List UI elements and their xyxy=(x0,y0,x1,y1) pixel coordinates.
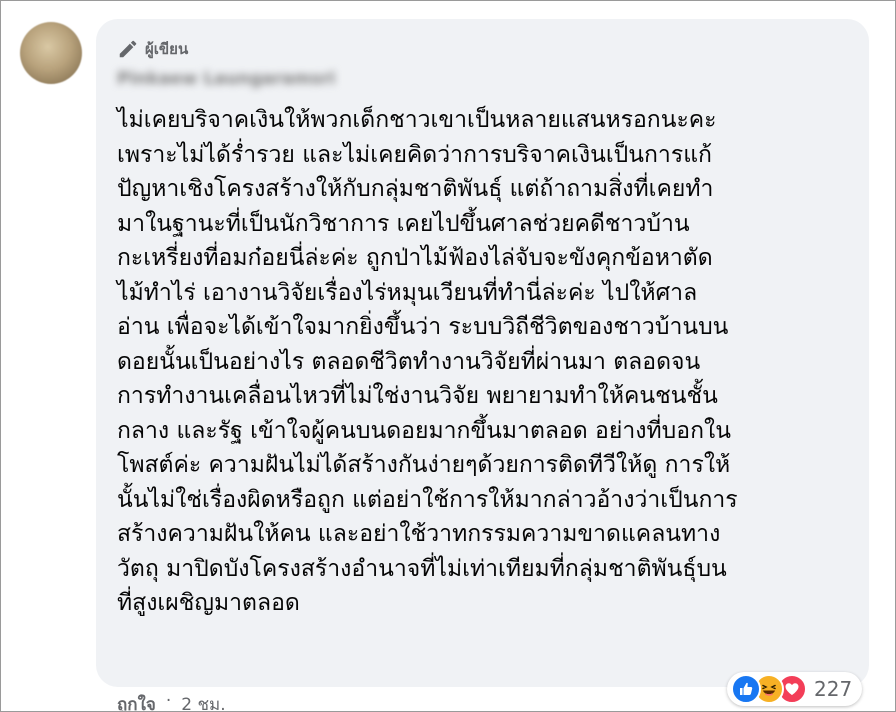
comment-text: ไม่เคยบริจาคเงินให้พวกเด็กชาวเขาเป็นหลาย… xyxy=(117,103,857,621)
comment-line: ปัญหาเชิงโครงสร้างให้กับกลุ่มชาติพันธุ์ … xyxy=(117,176,714,202)
comment-line: มาในฐานะที่เป็นนักวิชาการ เคยไปขึ้นศาลช่… xyxy=(117,210,690,237)
comment-line: ไม้ทำไร่ เอางานวิจัยเรื่องไร่หมุนเวียนที… xyxy=(117,279,698,306)
comment-footer: ถูกใจ · 2 ชม. xyxy=(117,691,226,711)
author-badge-label: ผู้เขียน xyxy=(145,40,189,58)
comment-screenshot: ผู้เขียน Pinkaew Laungaramsri ไม่เคยบริจ… xyxy=(0,0,896,712)
comment-line: นั้นไม่ใช่เรื่องผิดหรือถูก แต่อย่าใช้การ… xyxy=(117,486,738,513)
comment-line: ดอยนั้นเป็นอย่างไร ตลอดชีวิตทำงานวิจัยที… xyxy=(117,348,701,375)
comment-line: การทำงานเคลื่อนไหวที่ไม่ใช่งานวิจัย พยาย… xyxy=(117,383,718,409)
like-icon xyxy=(731,674,761,704)
comment-line: โพสต์ค่ะ ความฝันไม่ได้สร้างกันง่ายๆด้วยก… xyxy=(117,452,731,478)
footer-separator: · xyxy=(165,691,172,711)
comment-line: กะเหรี่ยงที่อมก๋อยนี่ล่ะค่ะ ถูกป่าไม้ฟ้อ… xyxy=(117,245,713,271)
comment-line: ไม่เคยบริจาคเงินให้พวกเด็กชาวเขาเป็นหลาย… xyxy=(117,107,717,133)
reaction-count: 227 xyxy=(814,677,853,701)
comment-line: สร้างความฝันให้คน และอย่าใช้วาทกรรมความข… xyxy=(117,521,721,547)
pencil-icon xyxy=(117,38,139,60)
avatar[interactable] xyxy=(20,22,82,84)
comment-line: วัตถุ มาปิดบังโครงสร้างอำนาจที่ไม่เท่าเท… xyxy=(117,555,727,582)
comment-bubble: ผู้เขียน Pinkaew Laungaramsri ไม่เคยบริจ… xyxy=(96,19,869,687)
reaction-summary[interactable]: 227 xyxy=(727,672,863,706)
comment-line: เพราะไม่ได้ร่ำรวย และไม่เคยคิดว่าการบริจ… xyxy=(117,141,712,168)
comment-timestamp[interactable]: 2 ชม. xyxy=(181,691,225,711)
comment-line: กลาง และรัฐ เข้าใจผู้คนบนดอยมากขึ้นมาตลอ… xyxy=(117,417,731,444)
comment-line: อ่าน เพื่อจะได้เข้าใจมากยิ่งขึ้นว่า ระบบ… xyxy=(117,314,729,340)
comment-line: ที่สูงเผชิญมาตลอด xyxy=(117,590,300,616)
author-badge: ผู้เขียน xyxy=(117,37,188,61)
like-link[interactable]: ถูกใจ xyxy=(117,691,156,711)
author-name[interactable]: Pinkaew Laungaramsri xyxy=(117,69,375,91)
